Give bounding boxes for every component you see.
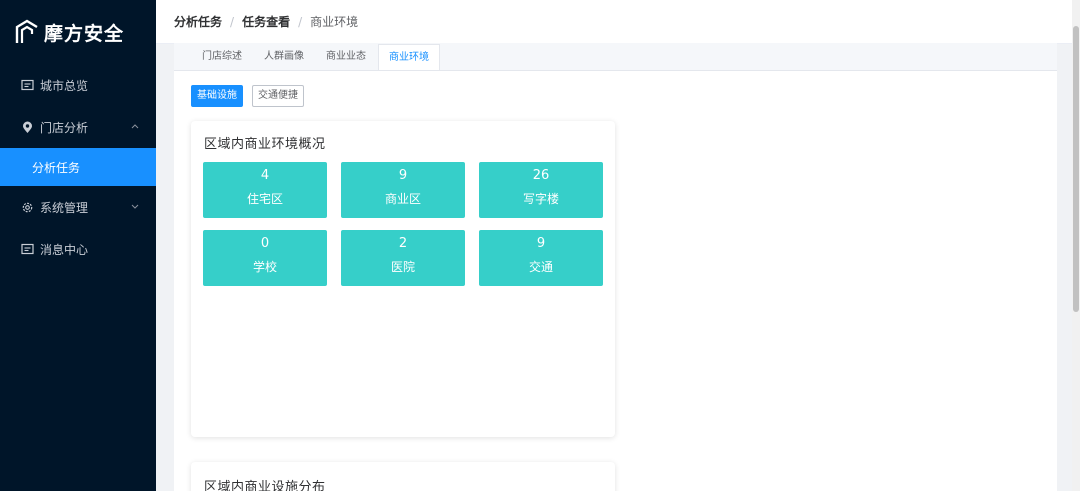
scrollbar-thumb[interactable] [1073,26,1079,312]
tab-crowd-profile[interactable]: 人群画像 [254,44,314,70]
breadcrumb-separator: / [230,14,235,29]
stat-label: 住宅区 [246,192,283,206]
breadcrumb-item[interactable]: 任务查看 [242,13,290,30]
breadcrumb-item[interactable]: 分析任务 [174,13,222,30]
stat-value: 9 [536,236,546,251]
stat-tile-hospital: 2 医院 [341,230,465,286]
overview-card: 区域内商业环境概况 4 住宅区 9 商业区 26 写字楼 0 学校 2 医院 9… [191,121,615,437]
sidebar: 摩方安全 城市总览 门店分析 分析任务 系统管理 消息中心 [0,0,156,491]
logo-icon [15,19,38,43]
breadcrumb-separator: / [298,14,303,29]
brand-logo[interactable]: 摩方安全 [0,0,156,64]
sidebar-item-label: 系统管理 [40,200,89,215]
stat-tile-commercial: 9 商业区 [341,162,465,218]
message-square-icon [20,242,34,256]
sidebar-item-label: 门店分析 [40,120,89,135]
brand-name: 摩方安全 [44,22,125,45]
stat-label: 医院 [390,260,415,274]
page-scrollbar[interactable] [1072,0,1080,491]
stat-label: 写字楼 [522,192,559,206]
sidebar-item-system-management[interactable]: 系统管理 [0,186,156,228]
sidebar-item-analysis-task[interactable]: 分析任务 [0,148,156,186]
transport-button[interactable]: 交通便捷 [252,85,304,107]
chevron-up-icon [131,124,139,129]
stat-value: 0 [260,236,270,251]
sidebar-item-store-analysis[interactable]: 门店分析 [0,106,156,148]
main-area: 分析任务 / 任务查看 / 商业环境 门店综述 人群画像 商业业态 商业环境 基… [156,0,1080,491]
card-title: 区域内商业环境概况 [204,137,326,152]
sidebar-item-label: 城市总览 [40,78,89,93]
chevron-down-icon [131,204,139,209]
tab-bar: 门店综述 人群画像 商业业态 商业环境 [174,43,1057,71]
stat-label: 学校 [252,260,277,274]
distribution-card: 区域内商业设施分布 [191,462,615,491]
content-panel: 门店综述 人群画像 商业业态 商业环境 基础设施 交通便捷 区域内商业环境概况 … [174,43,1057,491]
stat-tile-office: 26 写字楼 [479,162,603,218]
sidebar-item-city-overview[interactable]: 城市总览 [0,64,156,106]
stat-value: 26 [532,168,550,183]
card-title: 区域内商业设施分布 [204,480,326,491]
stat-label: 商业区 [384,192,421,206]
breadcrumb-current: 商业环境 [310,15,359,29]
message-square-icon [20,78,34,92]
filter-buttons: 基础设施 交通便捷 [191,85,313,107]
stat-value: 9 [398,168,408,183]
location-pin-icon [20,120,34,134]
gear-icon [20,200,34,214]
stat-value: 2 [398,236,408,251]
tab-store-summary[interactable]: 门店综述 [192,44,252,70]
breadcrumb: 分析任务 / 任务查看 / 商业环境 [156,0,1080,44]
stat-tile-residential: 4 住宅区 [203,162,327,218]
tab-business-format[interactable]: 商业业态 [316,44,376,70]
tab-business-environment[interactable]: 商业环境 [378,44,440,70]
stat-tile-transport: 9 交通 [479,230,603,286]
stat-tile-school: 0 学校 [203,230,327,286]
sidebar-item-label: 分析任务 [32,160,81,175]
sidebar-item-label: 消息中心 [40,242,89,257]
stat-label: 交通 [528,260,553,274]
sidebar-item-message-center[interactable]: 消息中心 [0,228,156,270]
stat-value: 4 [260,168,270,183]
infrastructure-button[interactable]: 基础设施 [191,85,243,107]
